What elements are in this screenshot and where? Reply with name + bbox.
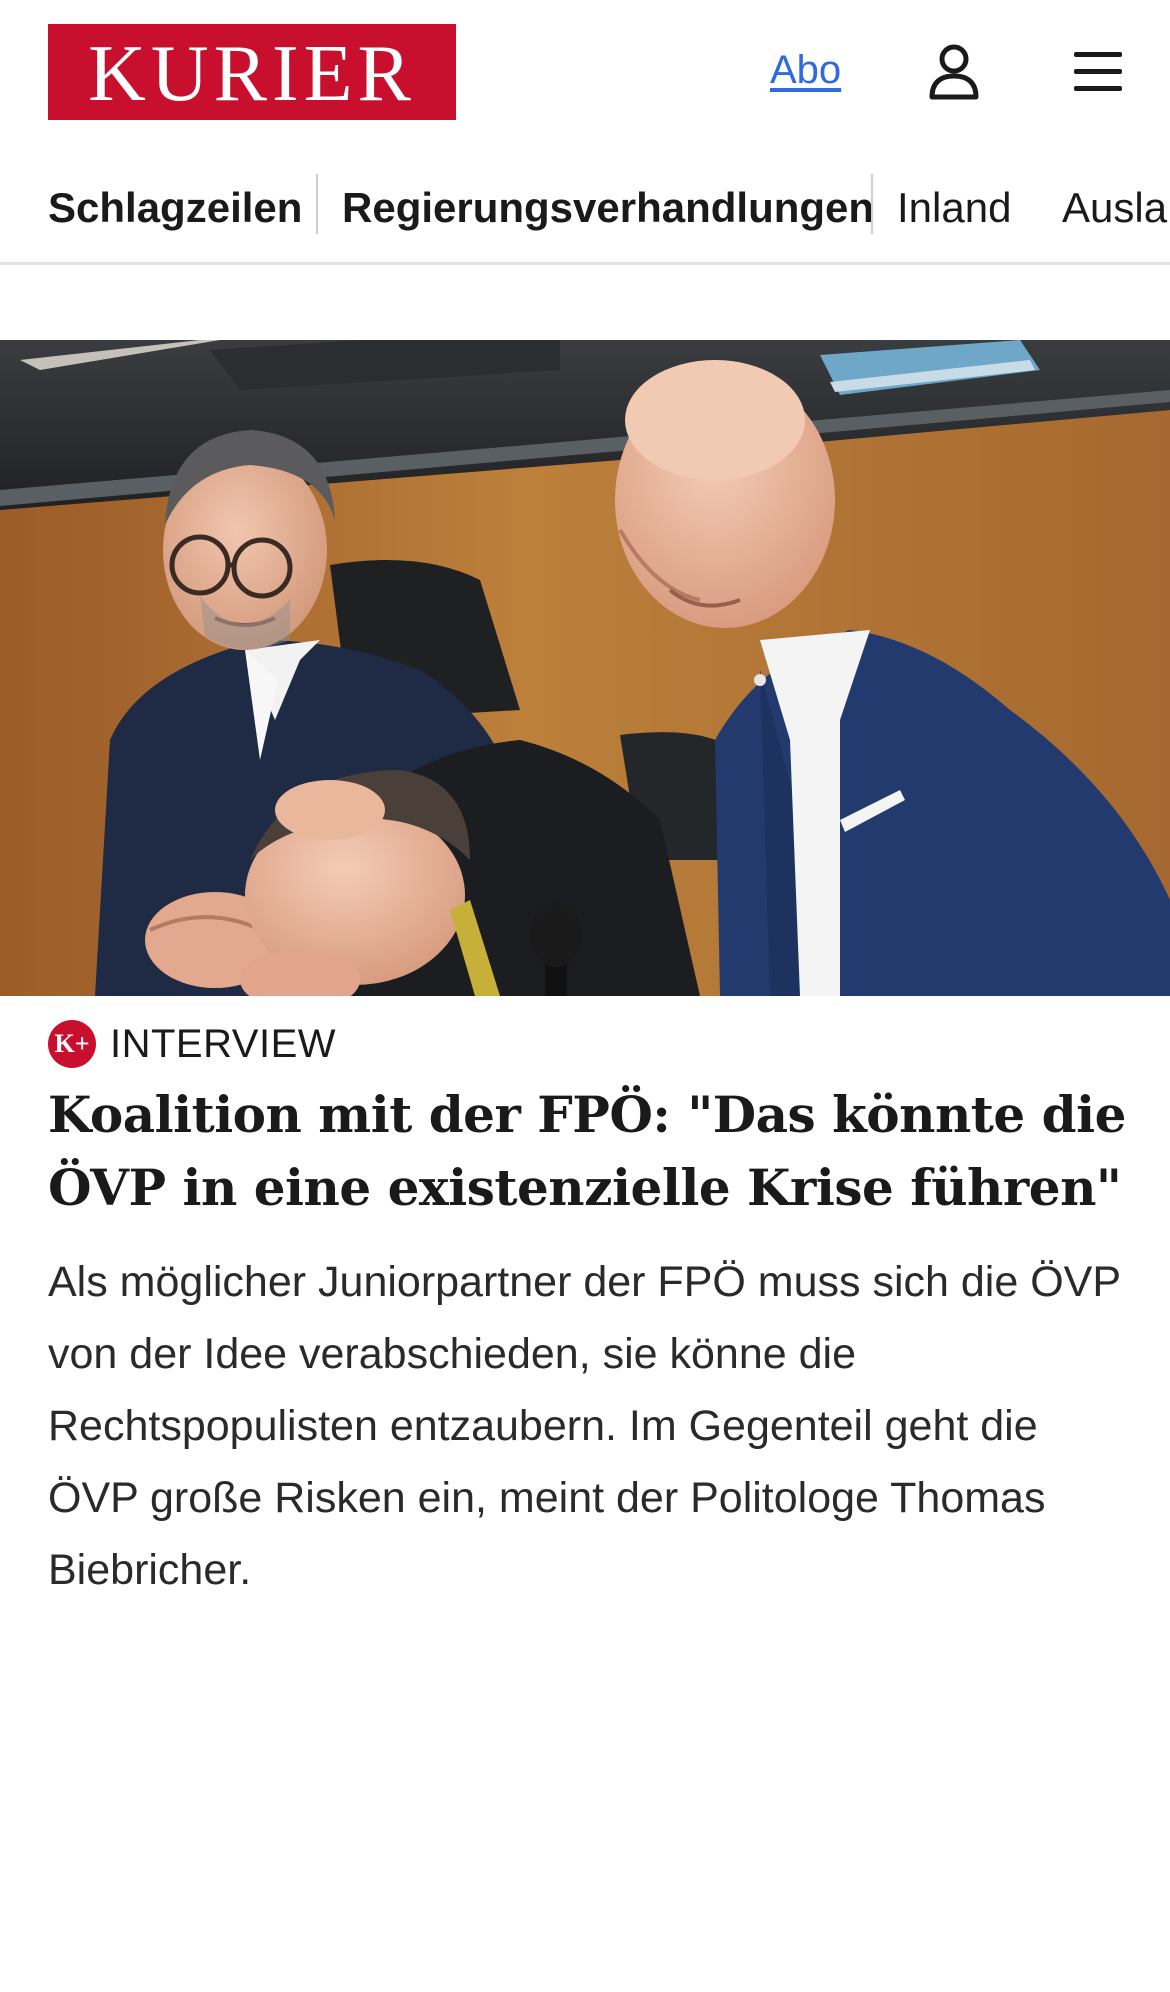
- nav-item-regierungsverhandlungen[interactable]: Regierungsverhandlungen: [342, 180, 874, 236]
- user-icon[interactable]: [928, 44, 980, 100]
- section-nav: Schlagzeilen Regierungsverhandlungen Inl…: [0, 166, 1170, 265]
- abo-link[interactable]: Abo: [770, 48, 841, 93]
- nav-separator: [871, 174, 873, 234]
- kurier-logo[interactable]: KURIER: [48, 24, 456, 120]
- site-header: KURIER Abo: [0, 0, 1170, 140]
- nav-item-ausland[interactable]: Ausla: [1062, 180, 1167, 236]
- nav-item-inland[interactable]: Inland: [897, 180, 1011, 236]
- nav-item-schlagzeilen[interactable]: Schlagzeilen: [48, 180, 302, 236]
- kicker-label: INTERVIEW: [110, 1021, 337, 1066]
- nav-separator: [316, 174, 318, 234]
- article-kicker: K+ INTERVIEW: [48, 1018, 336, 1070]
- logo-text: KURIER: [88, 30, 416, 118]
- article-teaser: Als möglicher Juniorpartner der FPÖ muss…: [48, 1258, 1121, 1594]
- kurier-plus-badge: K+: [48, 1020, 96, 1068]
- menu-icon[interactable]: [1072, 48, 1124, 96]
- article-headline[interactable]: Koalition mit der FPÖ: "Das könnte die Ö…: [48, 1078, 1128, 1224]
- article-hero-image[interactable]: [0, 340, 1170, 996]
